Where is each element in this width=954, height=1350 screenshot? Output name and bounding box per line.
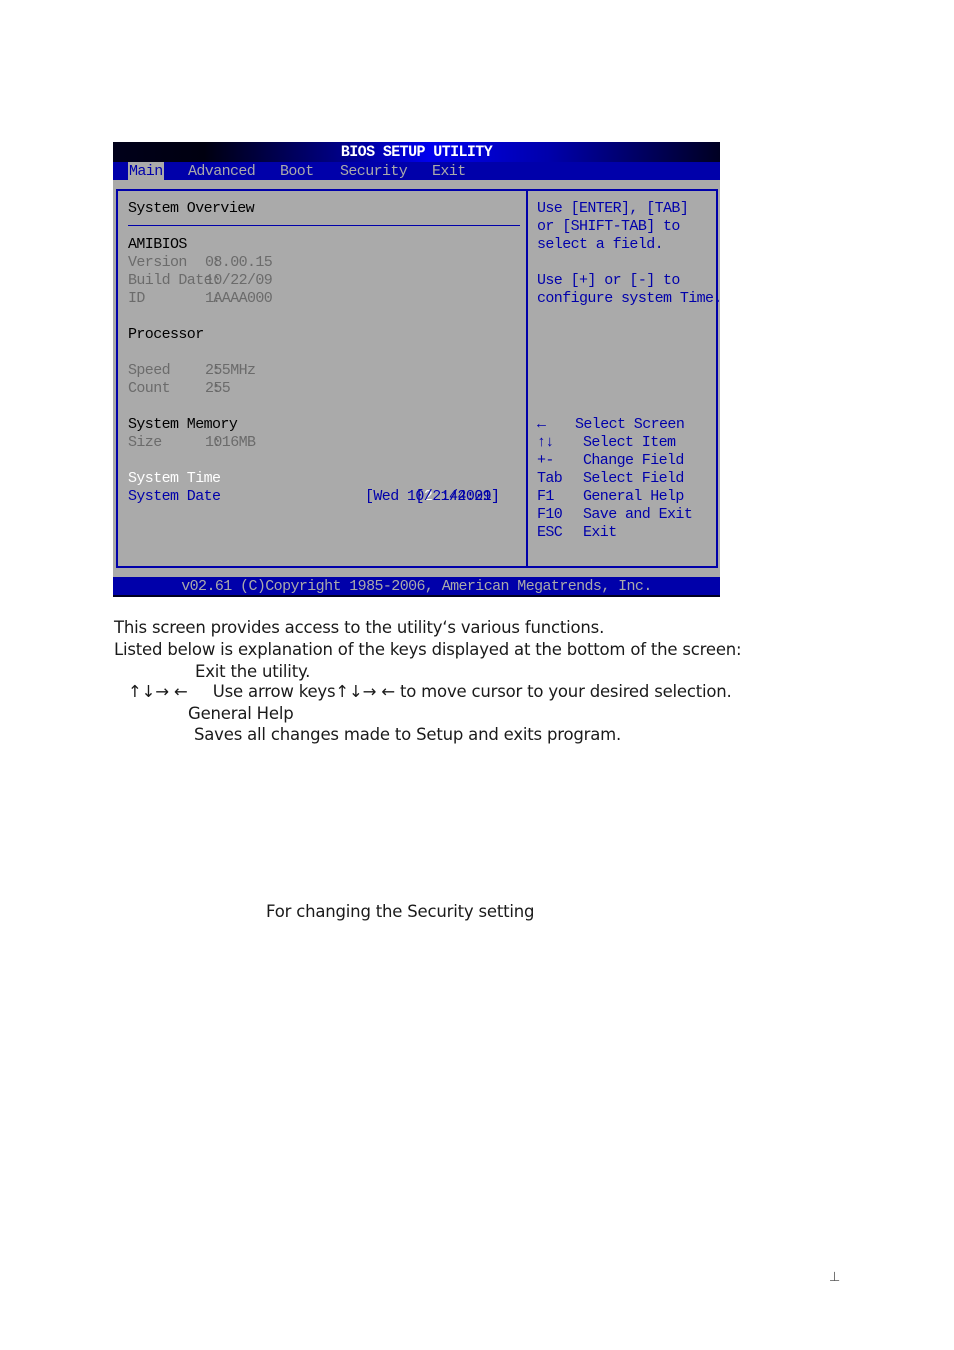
key-desc-general-help: General Help: [583, 488, 684, 505]
help-line: configure system Time.: [537, 290, 720, 307]
key-desc-select-field: Select Field: [583, 470, 684, 487]
bios-title-bar: BIOS SETUP UTILITY: [113, 142, 720, 162]
speed-value: 255MHz: [205, 362, 256, 379]
key-desc-save-exit: Save and Exit: [583, 506, 693, 523]
doc-arrow-keys-description: ↑↓→ ← Use arrow keys↑↓→ ← to move cursor…: [128, 682, 732, 701]
help-line: Use [ENTER], [TAB]: [537, 200, 689, 217]
section-divider: [128, 225, 520, 226]
doc-intro-line: This screen provides access to the utili…: [114, 618, 605, 637]
key-desc-change-field: Change Field: [583, 452, 684, 469]
amibios-heading: AMIBIOS: [128, 236, 187, 253]
menu-tab-advanced[interactable]: Advanced: [187, 162, 256, 180]
page-marker-icon: ⊥: [829, 1270, 841, 1285]
help-line: or [SHIFT-TAB] to: [537, 218, 680, 235]
key-desc-select-item: Select Item: [583, 434, 676, 451]
memory-size-value: 1016MB: [205, 434, 256, 451]
menu-tab-exit[interactable]: Exit: [431, 162, 467, 180]
menu-tab-main[interactable]: Main: [128, 162, 164, 180]
bios-copyright-footer: v02.61 (C)Copyright 1985-2006, American …: [113, 577, 720, 597]
doc-keys-intro-line: Listed below is explanation of the keys …: [114, 640, 742, 659]
doc-f1-description: General Help: [188, 704, 294, 723]
menu-tab-security[interactable]: Security: [339, 162, 408, 180]
processor-heading: Processor: [128, 326, 204, 343]
help-panel: Use [ENTER], [TAB] or [SHIFT-TAB] to sel…: [526, 189, 720, 568]
menu-tab-boot[interactable]: Boot: [279, 162, 315, 180]
system-date-value[interactable]: [Wed 10/21/2009]: [365, 488, 500, 506]
build-date-value: 10/22/09: [205, 272, 273, 289]
version-value: 08.00.15: [205, 254, 273, 271]
system-overview-heading: System Overview: [128, 200, 255, 217]
id-value: 1AAAA000: [205, 290, 273, 307]
key-left-arrow: ←: [537, 416, 546, 433]
system-time-label[interactable]: System Time: [128, 470, 221, 488]
system-memory-heading: System Memory: [128, 416, 238, 433]
key-plus-minus: +-: [537, 452, 554, 469]
doc-security-note: For changing the Security setting: [266, 902, 535, 921]
key-f10: F10: [537, 506, 563, 523]
key-desc-select-screen: Select Screen: [575, 416, 685, 433]
system-date-label[interactable]: System Date: [128, 488, 221, 506]
key-up-down-arrows: ↑↓: [537, 434, 554, 451]
bios-menu-bar: Main Advanced Boot Security Exit: [113, 162, 720, 180]
key-esc: ESC: [537, 524, 563, 541]
bios-screen: BIOS SETUP UTILITY Main Advanced Boot Se…: [113, 142, 720, 597]
doc-esc-description: Exit the utility.: [195, 662, 311, 681]
help-line: Use [+] or [-] to: [537, 272, 680, 289]
key-desc-exit: Exit: [583, 524, 617, 541]
bios-title: BIOS SETUP UTILITY: [340, 143, 493, 162]
main-panel: System Overview AMIBIOS Version : 08.00.…: [116, 189, 528, 568]
doc-f10-description: Saves all changes made to Setup and exit…: [194, 725, 622, 744]
count-value: 255: [205, 380, 231, 397]
key-tab: Tab: [537, 470, 563, 487]
key-f1: F1: [537, 488, 554, 505]
help-line: select a field.: [537, 236, 664, 253]
